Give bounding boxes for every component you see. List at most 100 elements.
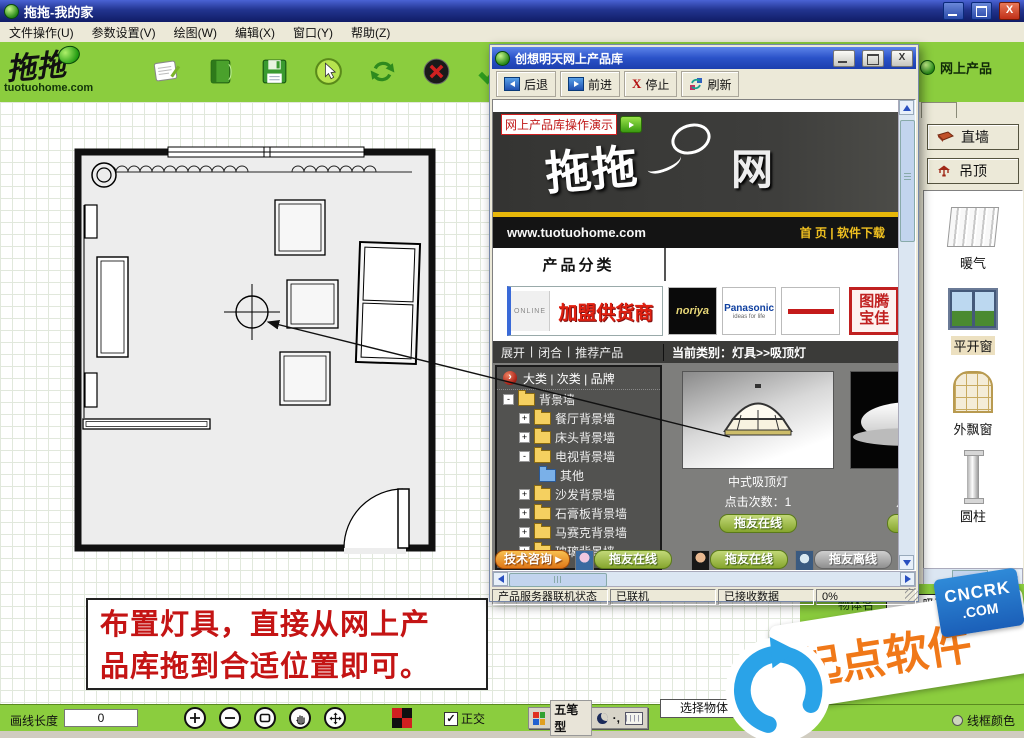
refresh-label: 刷新 xyxy=(707,77,732,92)
tree-item[interactable]: 背景墙 xyxy=(497,390,660,409)
status-connected: 已联机 xyxy=(610,589,716,605)
menu-settings[interactable]: 参数设置(V) xyxy=(83,24,165,41)
straight-wall-button[interactable]: 直墙 xyxy=(927,124,1019,150)
ime-toolbar[interactable]: 五笔型 xyxy=(528,700,648,736)
annotation-line1: 布置灯具，直接从网上产 xyxy=(100,609,431,641)
ime-logo-icon[interactable] xyxy=(533,711,546,725)
tech-support-button[interactable]: 技术咨询 ▸ xyxy=(495,550,571,569)
menu-window[interactable]: 窗口(Y) xyxy=(284,24,342,41)
line-length-input[interactable]: 0 xyxy=(64,709,138,727)
demo-banner-label: 网上产品库操作演示 xyxy=(501,114,618,135)
vscroll-up-button[interactable] xyxy=(899,100,914,115)
move-button[interactable] xyxy=(324,707,346,729)
menu-draw[interactable]: 绘图(W) xyxy=(165,24,226,41)
list-item-column[interactable]: 圆柱 xyxy=(924,450,1022,525)
minimize-button[interactable] xyxy=(943,2,964,20)
hscroll-thumb[interactable] xyxy=(509,573,607,587)
totem-line2: 宝佳 xyxy=(859,311,890,327)
soft-keyboard-icon[interactable] xyxy=(624,711,643,725)
select-pointer-icon[interactable] xyxy=(312,55,345,88)
stop-tool-icon[interactable] xyxy=(420,55,453,88)
play-demo-icon[interactable] xyxy=(620,116,643,133)
collapse-link[interactable]: 闭合 xyxy=(538,344,562,361)
dialog-maximize-button[interactable] xyxy=(862,49,884,67)
supplier-ad-banner[interactable]: ONLINE 加盟供货商 xyxy=(507,286,663,336)
app-icon xyxy=(4,3,19,19)
refresh-button[interactable]: 刷新 xyxy=(681,71,740,97)
zoom-out-button[interactable] xyxy=(219,707,241,729)
tree-item[interactable]: 石膏板背景墙 xyxy=(497,504,660,523)
dialog-toolbar: 后退 前进 X 停止 刷新 xyxy=(492,69,916,100)
ime-fullwidth-icon[interactable] xyxy=(597,712,608,724)
color-checker-icon[interactable] xyxy=(392,708,412,728)
pan-hand-button[interactable] xyxy=(289,707,311,729)
forward-button[interactable]: 前进 xyxy=(560,71,621,97)
friend-online-button[interactable]: 拖友在线 xyxy=(710,550,789,569)
ceiling-button[interactable]: 吊顶 xyxy=(927,158,1019,184)
brand-logo[interactable] xyxy=(780,287,841,335)
product-image-chinese-ceiling-lamp[interactable] xyxy=(682,371,834,469)
vscroll-down-button[interactable] xyxy=(899,555,914,570)
hscroll-left-button[interactable] xyxy=(493,572,508,586)
tree-item[interactable]: 其他 xyxy=(497,466,660,485)
expand-link[interactable]: 展开 xyxy=(501,344,525,361)
tree-item[interactable]: 沙发背景墙 xyxy=(497,485,660,504)
tree-item[interactable]: 床头背景墙 xyxy=(497,428,660,447)
dialog-close-button[interactable]: X xyxy=(891,49,913,67)
close-button[interactable]: X xyxy=(999,2,1020,20)
product-image-ceiling-lamp[interactable] xyxy=(850,371,899,469)
sidebar-tab[interactable] xyxy=(921,102,957,118)
vscroll-thumb[interactable] xyxy=(900,120,915,242)
column-label: 圆柱 xyxy=(959,509,986,524)
ortho-toggle[interactable]: ✓ 正交 xyxy=(444,710,485,727)
status-server-label: 产品服务器联机状态 xyxy=(492,589,608,605)
zoom-in-button[interactable] xyxy=(184,707,206,729)
maximize-button[interactable] xyxy=(971,2,992,20)
tree-header-label[interactable]: 大类 | 次类 | 品牌 xyxy=(523,370,615,387)
tree-item[interactable]: 餐厅背景墙 xyxy=(497,409,660,428)
site-nav-links[interactable]: 首 页 | 软件下载 xyxy=(800,224,885,241)
brand-panasonic[interactable]: Panasonic ideas for life xyxy=(722,287,776,335)
totem-line1: 图腾 xyxy=(859,294,890,310)
brand-noriya[interactable]: noriya xyxy=(667,287,718,335)
refresh-icon[interactable] xyxy=(366,55,399,88)
current-category: 当前类别：灯具>>吸顶灯 xyxy=(672,345,807,360)
tree-item[interactable]: 马赛克背景墙 xyxy=(497,523,660,542)
open-file-icon[interactable] xyxy=(204,55,237,88)
back-button[interactable]: 后退 xyxy=(496,71,557,97)
product-name: 吸顶灯 xyxy=(850,473,899,490)
ortho-checkbox[interactable]: ✓ xyxy=(444,711,458,726)
recommend-link[interactable]: 推荐产品 xyxy=(575,344,623,361)
friend-online-button[interactable]: 拖友在线 xyxy=(594,550,673,569)
punctuation-icon[interactable] xyxy=(613,711,620,725)
dialog-hscrollbar[interactable] xyxy=(492,571,916,587)
category-row: 产品分类 xyxy=(493,248,899,283)
back-label: 后退 xyxy=(524,77,549,92)
new-drawing-icon[interactable] xyxy=(150,55,183,88)
panasonic-sub-label: ideas for life xyxy=(732,313,766,320)
product-card[interactable]: 吸顶灯 点击次数： 拖友在线 xyxy=(850,371,899,533)
friend-offline-button[interactable]: 拖友离线 xyxy=(814,550,893,569)
list-item-bay-window[interactable]: 外飘窗 xyxy=(924,371,1022,438)
zoom-window-button[interactable] xyxy=(254,707,276,729)
demo-banner[interactable]: 网上产品库操作演示 xyxy=(501,114,643,135)
menu-file[interactable]: 文件操作(U) xyxy=(0,24,83,41)
dialog-minimize-button[interactable] xyxy=(833,49,855,67)
stop-button[interactable]: X 停止 xyxy=(624,71,678,97)
online-products-label: 网上产品 xyxy=(940,61,993,76)
brand-totem-stamp[interactable]: 图腾 宝佳 xyxy=(849,287,899,335)
dialog-titlebar[interactable]: 创想明天网上产品库 X xyxy=(492,47,916,69)
menu-edit[interactable]: 编辑(X) xyxy=(226,24,284,41)
drag-online-button[interactable]: 拖友在线 xyxy=(718,514,797,533)
tree-item[interactable]: 电视背景墙 xyxy=(497,447,660,466)
list-item-casement-window[interactable]: 平开窗 xyxy=(924,288,1022,355)
ime-mode-button[interactable]: 五笔型 xyxy=(550,700,593,736)
dialog-vscrollbar[interactable] xyxy=(898,100,915,570)
list-item-radiator[interactable]: 暖气 xyxy=(924,207,1022,272)
product-listbox[interactable]: 暖气 平开窗 外飘窗 圆柱 xyxy=(923,190,1023,570)
save-icon[interactable] xyxy=(258,55,291,88)
refresh-button-icon xyxy=(690,78,703,90)
filter-bar: 展开 | 闭合 | 推荐产品 当前类别：灯具>>吸顶灯 xyxy=(493,341,899,363)
product-card[interactable]: 中式吸顶灯 点击次数：1 拖友在线 xyxy=(682,371,834,533)
menu-help[interactable]: 帮助(Z) xyxy=(342,24,399,41)
